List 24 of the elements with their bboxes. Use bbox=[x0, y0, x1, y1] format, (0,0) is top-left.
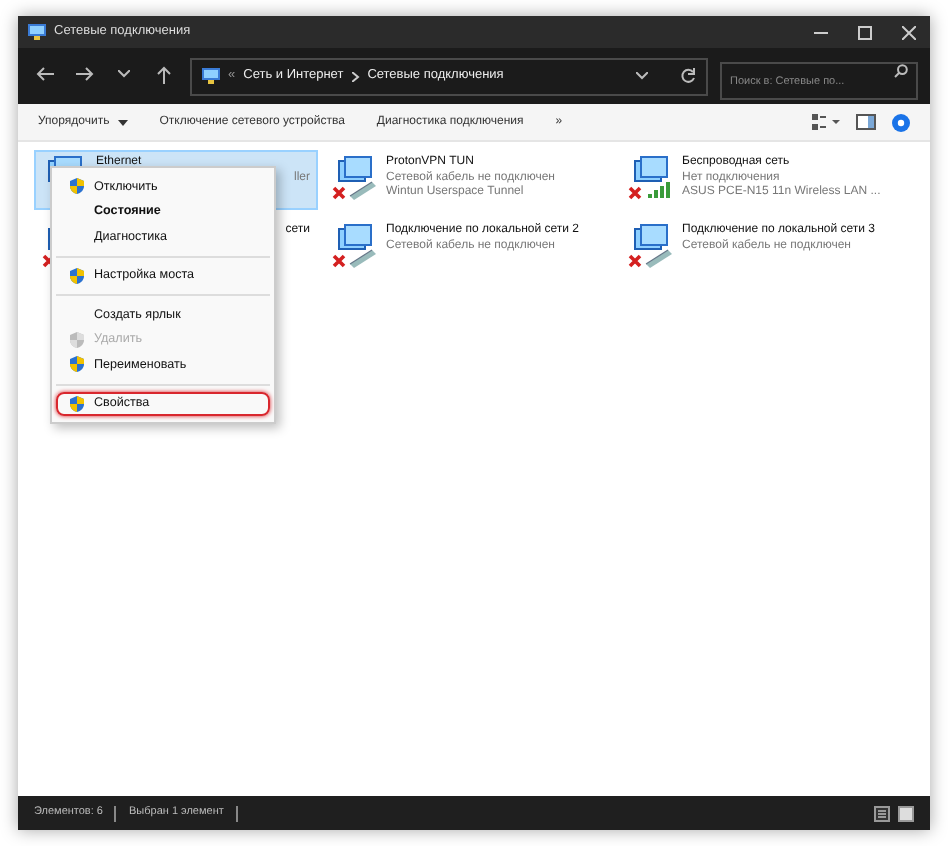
forward-button[interactable] bbox=[70, 66, 98, 86]
shield-icon bbox=[70, 395, 84, 412]
back-arrow-icon bbox=[35, 66, 53, 83]
caret-icon bbox=[117, 119, 128, 125]
shield-icon bbox=[70, 267, 84, 284]
refresh-icon[interactable] bbox=[680, 68, 696, 84]
search-icon bbox=[894, 63, 908, 78]
network-folder-icon bbox=[28, 24, 46, 40]
forward-arrow-icon bbox=[75, 66, 93, 83]
help-icon[interactable] bbox=[892, 113, 910, 131]
chevron-down-icon[interactable] bbox=[636, 72, 648, 80]
chevron-down-icon bbox=[118, 70, 130, 79]
chevron-right-icon bbox=[351, 71, 360, 81]
close-icon bbox=[901, 26, 915, 41]
details-view-icon[interactable] bbox=[874, 805, 890, 821]
large-icons-view-icon[interactable] bbox=[898, 805, 914, 821]
shield-icon bbox=[70, 331, 84, 348]
shield-icon bbox=[70, 356, 84, 373]
view-options-icon[interactable] bbox=[812, 114, 840, 130]
shield-icon bbox=[70, 178, 84, 195]
preview-pane-icon[interactable] bbox=[856, 114, 876, 130]
maximize-icon bbox=[857, 26, 871, 41]
up-arrow-icon bbox=[156, 65, 172, 84]
network-folder-icon bbox=[202, 68, 220, 84]
